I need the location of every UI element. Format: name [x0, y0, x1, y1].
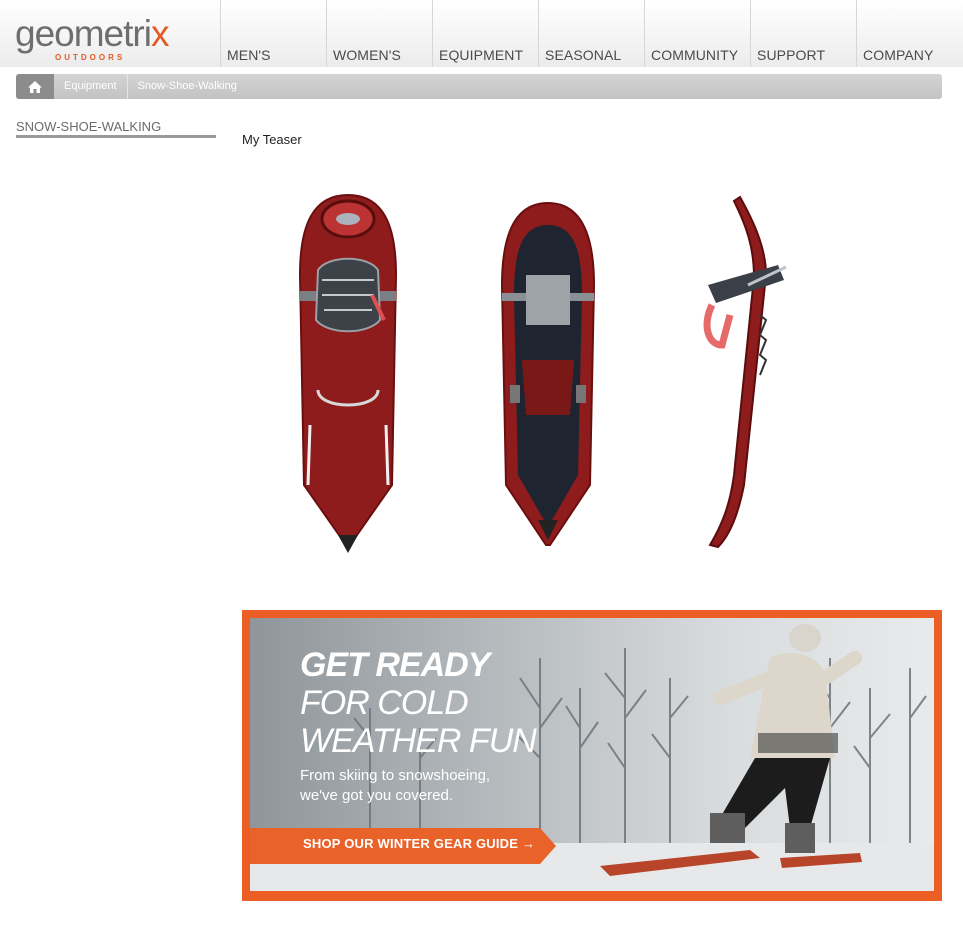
- logo-wordmark: geometrix: [15, 13, 169, 54]
- main-nav: MEN'S WOMEN'S EQUIPMENT SEASONAL COMMUNI…: [220, 0, 962, 67]
- nav-mens[interactable]: MEN'S: [220, 0, 326, 67]
- snowshoe-bottom-view-image[interactable]: [488, 185, 608, 560]
- sidebar-title[interactable]: SNOW-SHOE-WALKING: [16, 119, 216, 138]
- nav-womens[interactable]: WOMEN'S: [326, 0, 432, 67]
- snowshoe-side-view-image[interactable]: [688, 185, 808, 560]
- nav-community[interactable]: COMMUNITY: [644, 0, 750, 67]
- product-images: [242, 185, 942, 560]
- nav-support[interactable]: SUPPORT: [750, 0, 856, 67]
- logo-tagline: OUTDOORS: [55, 53, 126, 62]
- nav-equipment[interactable]: EQUIPMENT: [432, 0, 538, 67]
- banner-headline-2: FOR COLD: [300, 684, 469, 722]
- breadcrumb-item-snow-shoe-walking[interactable]: Snow-Shoe-Walking: [128, 74, 247, 99]
- nav-seasonal[interactable]: SEASONAL: [538, 0, 644, 67]
- site-header: geometrix OUTDOORS MEN'S WOMEN'S EQUIPME…: [0, 0, 963, 67]
- banner-cta-button[interactable]: SHOP OUR WINTER GEAR GUIDE →: [303, 836, 535, 851]
- banner-headline-1: GET READY: [300, 646, 490, 684]
- breadcrumb: Equipment Snow-Shoe-Walking: [16, 74, 942, 99]
- teaser-title: My Teaser: [242, 132, 302, 147]
- banner-subtext-2: we've got you covered.: [300, 787, 453, 804]
- breadcrumb-home[interactable]: [16, 74, 54, 99]
- banner-subtext-1: From skiing to snowshoeing,: [300, 767, 491, 784]
- snowshoer-figure: [600, 624, 862, 876]
- breadcrumb-item-equipment[interactable]: Equipment: [54, 74, 128, 99]
- banner-image: GET READY FOR COLD WEATHER FUN From skii…: [250, 618, 934, 891]
- snowshoe-top-view-image[interactable]: [288, 185, 408, 560]
- winter-gear-banner[interactable]: GET READY FOR COLD WEATHER FUN From skii…: [242, 610, 942, 901]
- geometrix-logo[interactable]: geometrix OUTDOORS: [15, 14, 175, 64]
- banner-headline-3: WEATHER FUN: [300, 722, 537, 760]
- nav-company[interactable]: COMPANY: [856, 0, 962, 67]
- home-icon: [28, 80, 42, 93]
